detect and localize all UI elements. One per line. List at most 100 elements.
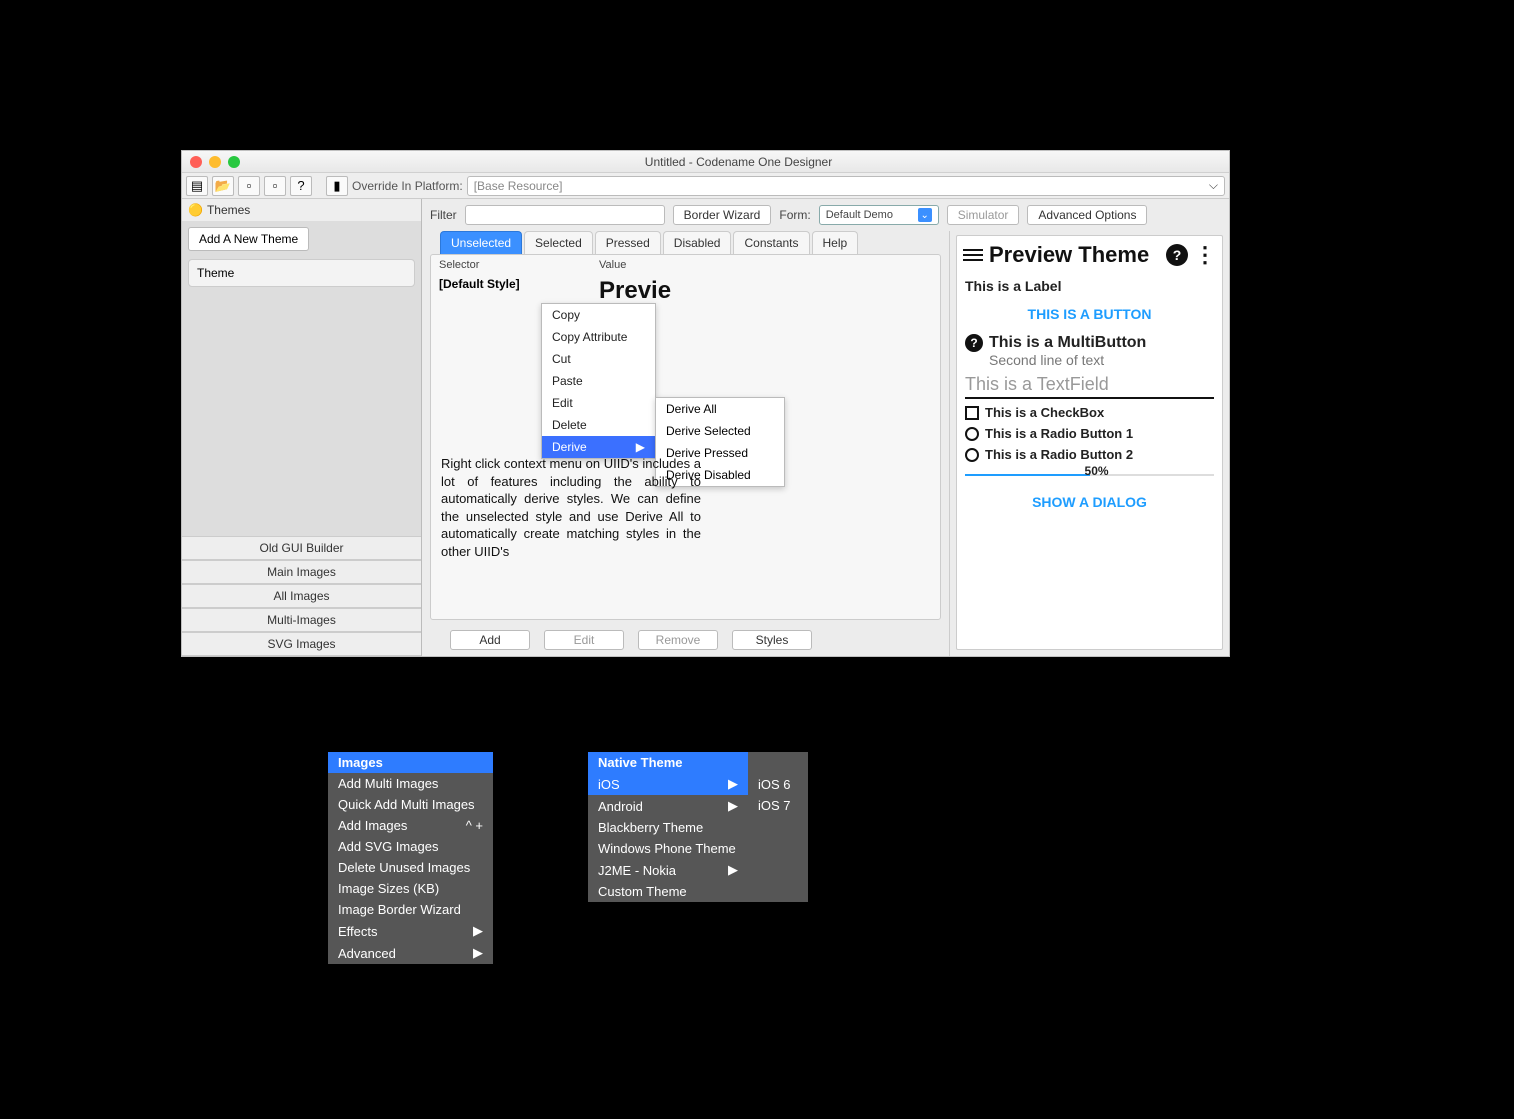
tab-help[interactable]: Help (812, 231, 859, 254)
advanced-options-button[interactable]: Advanced Options (1027, 205, 1147, 225)
images-sizes[interactable]: Image Sizes (KB) (328, 878, 493, 899)
multibutton-title: This is a MultiButton (989, 334, 1146, 352)
native-j2me[interactable]: J2ME - Nokia▶ (588, 859, 748, 881)
preview-radio-2[interactable]: This is a Radio Button 2 (965, 447, 1214, 462)
menu-delete[interactable]: Delete (542, 414, 655, 436)
minimize-icon[interactable] (209, 156, 221, 168)
form-combo[interactable]: Default Demo ⌄ (819, 205, 939, 225)
close-icon[interactable] (190, 156, 202, 168)
edit-button[interactable]: Edit (544, 630, 624, 650)
preview-show-dialog[interactable]: SHOW A DIALOG (965, 488, 1214, 516)
images-effects[interactable]: Effects ▶ (328, 920, 493, 942)
form-label: Form: (779, 208, 810, 222)
menu-derive-selected[interactable]: Derive Selected (656, 420, 784, 442)
sidebar-item-main-images[interactable]: Main Images (182, 560, 421, 584)
native-ios7[interactable]: iOS 7 (748, 795, 808, 816)
toolbar-btn-1[interactable]: ▤ (186, 176, 208, 196)
toolbar-btn-open-icon[interactable]: 📂 (212, 176, 234, 196)
sidebar-item-old-gui[interactable]: Old GUI Builder (182, 536, 421, 560)
center-pane: Filter Border Wizard Form: Default Demo … (422, 199, 1229, 656)
radio-icon (965, 448, 979, 462)
images-add-images[interactable]: Add Images ^ + (328, 815, 493, 836)
border-wizard-button[interactable]: Border Wizard (673, 205, 772, 225)
toolbar-btn-6[interactable]: ▮ (326, 176, 348, 196)
toolbar-btn-3[interactable]: ▫ (238, 176, 260, 196)
multibutton-subtitle: Second line of text (989, 352, 1146, 368)
menu-edit[interactable]: Edit (542, 392, 655, 414)
menu-copy[interactable]: Copy (542, 304, 655, 326)
tab-disabled[interactable]: Disabled (663, 231, 732, 254)
context-menu: Copy Copy Attribute Cut Paste Edit Delet… (541, 303, 656, 459)
chevron-right-icon: ▶ (473, 945, 483, 961)
preview-textfield[interactable]: This is a TextField (965, 374, 1214, 399)
native-ios[interactable]: iOS▶ (588, 773, 748, 795)
sidebar-item-multi-images[interactable]: Multi-Images (182, 608, 421, 632)
menu-derive-all[interactable]: Derive All (656, 398, 784, 420)
remove-button[interactable]: Remove (638, 630, 718, 650)
images-effects-label: Effects (338, 924, 378, 939)
native-android-label: Android (598, 799, 643, 814)
preview-button[interactable]: THIS IS A BUTTON (965, 300, 1214, 328)
toolbar: ▤ 📂 ▫ ▫ ? ▮ Override In Platform: [Base … (182, 173, 1229, 199)
sidebar-item-svg-images[interactable]: SVG Images (182, 632, 421, 656)
radio-1-label: This is a Radio Button 1 (985, 426, 1133, 441)
col-value: Value (599, 259, 626, 271)
styles-button[interactable]: Styles (732, 630, 812, 650)
preview-card: Preview Theme ? ⋮ This is a Label THIS I… (956, 235, 1223, 650)
add-theme-button[interactable]: Add A New Theme (188, 227, 309, 251)
menu-copy-attribute[interactable]: Copy Attribute (542, 326, 655, 348)
menu-cut[interactable]: Cut (542, 348, 655, 370)
zoom-icon[interactable] (228, 156, 240, 168)
images-popup-title: Images (328, 752, 493, 773)
native-android[interactable]: Android▶ (588, 795, 748, 817)
native-blackberry[interactable]: Blackberry Theme (588, 817, 748, 838)
native-ios6[interactable]: iOS 6 (748, 774, 808, 795)
menu-paste[interactable]: Paste (542, 370, 655, 392)
images-add-svg[interactable]: Add SVG Images (328, 836, 493, 857)
images-border-wizard[interactable]: Image Border Wizard (328, 899, 493, 920)
native-winphone[interactable]: Windows Phone Theme (588, 838, 748, 859)
default-style-row[interactable]: [Default Style] (439, 277, 599, 305)
native-popup-title: Native Theme (588, 752, 748, 773)
native-theme-popup: Native Theme iOS▶ Android▶ Blackberry Th… (588, 752, 808, 902)
preview-checkbox[interactable]: This is a CheckBox (965, 405, 1214, 420)
toolbar-btn-help-icon[interactable]: ? (290, 176, 312, 196)
preview-radio-1[interactable]: This is a Radio Button 1 (965, 426, 1214, 441)
images-popup: Images Add Multi Images Quick Add Multi … (328, 752, 493, 964)
hamburger-icon[interactable] (963, 249, 983, 261)
images-delete-unused[interactable]: Delete Unused Images (328, 857, 493, 878)
toolbar-btn-4[interactable]: ▫ (264, 176, 286, 196)
chevron-right-icon: ▶ (473, 923, 483, 939)
chevron-right-icon: ▶ (728, 862, 738, 878)
tab-pressed[interactable]: Pressed (595, 231, 661, 254)
override-label: Override In Platform: (352, 179, 463, 193)
sidebar-item-all-images[interactable]: All Images (182, 584, 421, 608)
native-custom[interactable]: Custom Theme (588, 881, 748, 902)
chevron-updown-icon: ⌵ (1209, 178, 1218, 193)
images-add-multi[interactable]: Add Multi Images (328, 773, 493, 794)
override-platform-value: [Base Resource] (474, 179, 563, 193)
preview-title: Preview Theme (989, 242, 1160, 268)
radio-icon (965, 427, 979, 441)
titlebar: Untitled - Codename One Designer (182, 151, 1229, 173)
images-quick-add-multi[interactable]: Quick Add Multi Images (328, 794, 493, 815)
filter-input[interactable] (465, 205, 665, 225)
override-platform-combo[interactable]: [Base Resource] ⌵ (467, 176, 1225, 196)
tab-unselected[interactable]: Unselected (440, 231, 522, 254)
tab-selected[interactable]: Selected (524, 231, 593, 254)
theme-item[interactable]: Theme (188, 259, 415, 287)
preview-slider[interactable]: 50% (965, 468, 1214, 482)
help-icon: ? (965, 334, 983, 352)
simulator-button[interactable]: Simulator (947, 205, 1020, 225)
preview-multibutton[interactable]: ? This is a MultiButton Second line of t… (965, 334, 1214, 368)
window-controls (182, 156, 248, 168)
checkbox-label: This is a CheckBox (985, 405, 1104, 420)
shortcut-hint: ^ + (466, 818, 483, 833)
tab-constants[interactable]: Constants (733, 231, 809, 254)
images-advanced[interactable]: Advanced▶ (328, 942, 493, 964)
left-pane: 🟡 Themes Add A New Theme Theme Old GUI B… (182, 199, 422, 656)
overflow-icon[interactable]: ⋮ (1194, 242, 1216, 268)
add-button[interactable]: Add (450, 630, 530, 650)
themes-section-label: Themes (207, 203, 250, 217)
help-icon[interactable]: ? (1166, 244, 1188, 266)
